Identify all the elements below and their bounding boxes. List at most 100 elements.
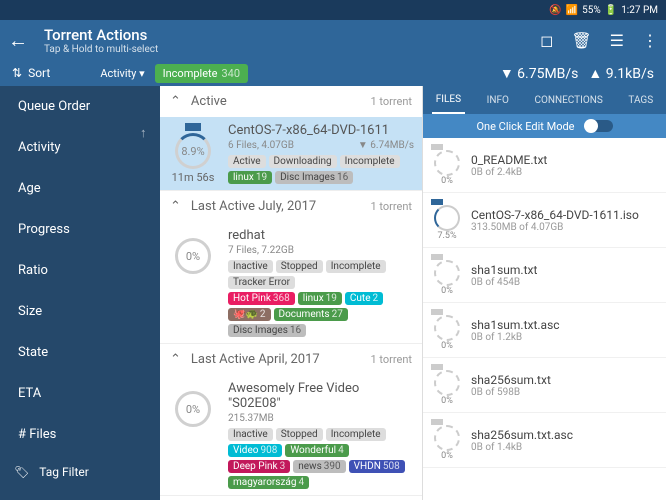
tag[interactable]: Disc Images16 xyxy=(275,171,353,184)
text-filter-button[interactable]: 🅃Text Filter xyxy=(0,489,160,500)
stop-icon[interactable]: ◻ xyxy=(540,31,553,50)
file-indicator xyxy=(431,254,443,260)
torrent-row[interactable]: 0% redhat 7 Files, 7.22GB InactiveStoppe… xyxy=(160,222,422,344)
file-indicator xyxy=(431,364,443,370)
filter-pill[interactable]: Incomplete340 xyxy=(155,64,248,83)
down-speed: ▼ 6.75MB/s xyxy=(500,65,579,82)
file-progress xyxy=(434,425,460,451)
battery-icon: 🔋 xyxy=(605,5,617,16)
tag[interactable]: Cute2 xyxy=(345,292,383,305)
file-progress xyxy=(434,205,460,231)
file-indicator xyxy=(431,199,443,205)
battery-pct: 55% xyxy=(582,5,601,16)
torrent-name: Awesomely Free Video "S02E08" xyxy=(228,381,414,411)
sidebar-queue-order[interactable]: Queue Order xyxy=(0,86,160,127)
file-name: CentOS-7-x86_64-DVD-1611.iso xyxy=(471,208,658,222)
status-indicator xyxy=(185,123,201,131)
progress-donut: 0% xyxy=(175,391,211,427)
sidebar-files[interactable]: # Files xyxy=(0,414,160,455)
file-meta: 0B of 1.2kB xyxy=(471,332,658,343)
file-name: sha1sum.txt xyxy=(471,263,658,277)
file-row[interactable]: 0%sha1sum.txt0B of 454B xyxy=(423,248,666,303)
tag[interactable]: Deep Pink3 xyxy=(228,460,290,473)
section-active[interactable]: ⌃Active1 torrent xyxy=(160,86,422,117)
mute-icon: 🔕 xyxy=(549,5,561,16)
file-progress xyxy=(434,150,460,176)
eta: 11m 56s xyxy=(168,171,218,184)
tag-icon: 🏷 xyxy=(14,465,29,479)
tag[interactable]: Disc Images16 xyxy=(228,324,306,337)
toolbar-title: Torrent Actions xyxy=(44,26,540,44)
tab-connections[interactable]: CONNECTIONS xyxy=(530,88,606,113)
torrent-name: CentOS-7-x86_64-DVD-1611 xyxy=(228,123,414,138)
sort-label: Sort xyxy=(28,66,50,80)
sidebar-size[interactable]: Size xyxy=(0,291,160,332)
progress-donut: 8.9% xyxy=(175,133,211,169)
tag[interactable]: linux19 xyxy=(298,292,342,305)
file-progress xyxy=(434,260,460,286)
tab-tags[interactable]: TAGS xyxy=(624,88,657,113)
file-indicator xyxy=(431,419,443,425)
file-row[interactable]: 7.5%CentOS-7-x86_64-DVD-1611.iso313.50MB… xyxy=(423,193,666,248)
tag-filter-button[interactable]: 🏷Tag Filter xyxy=(0,455,160,489)
tab-files[interactable]: FILES xyxy=(432,87,465,114)
status-bar: 🔕 📶 55% 🔋 1:27 PM xyxy=(0,0,666,20)
sidebar-eta[interactable]: ETA xyxy=(0,373,160,414)
file-progress xyxy=(434,370,460,396)
tag[interactable]: Video908 xyxy=(228,444,282,457)
file-meta: 0B of 1.4kB xyxy=(471,442,658,453)
section-april[interactable]: ⌃Last Active April, 20171 torrent xyxy=(160,344,422,375)
tag[interactable]: Documents27 xyxy=(274,308,348,321)
torrent-row[interactable]: 8.9%11m 56s CentOS-7-x86_64-DVD-1611 6 F… xyxy=(160,117,422,191)
wifi-icon: 📶 xyxy=(566,5,578,16)
file-indicator xyxy=(431,309,443,315)
sidebar-state[interactable]: State xyxy=(0,332,160,373)
chevron-up-icon: ⌃ xyxy=(170,199,181,214)
up-speed: ▲ 9.1kB/s xyxy=(588,65,654,82)
tag[interactable]: linux19 xyxy=(228,171,272,184)
file-name: sha256sum.txt.asc xyxy=(471,428,658,442)
list-icon[interactable]: ☰ xyxy=(610,31,624,50)
edit-mode-bar: One Click Edit Mode xyxy=(423,114,666,138)
file-name: 0_README.txt xyxy=(471,153,658,167)
sort-button[interactable]: ⇅ Sort xyxy=(12,66,50,80)
tag[interactable]: Hot Pink368 xyxy=(228,292,295,305)
scroll-up-icon[interactable]: ↑ xyxy=(140,125,147,141)
subbar: ⇅ Sort Activity ▾ Incomplete340 ▼ 6.75MB… xyxy=(0,60,666,86)
progress-donut: 0% xyxy=(175,238,211,274)
sort-icon: ⇅ xyxy=(12,66,22,80)
sidebar-age[interactable]: Age xyxy=(0,168,160,209)
file-row[interactable]: 0%sha256sum.txt0B of 598B xyxy=(423,358,666,413)
file-row[interactable]: 0%sha256sum.txt.asc0B of 1.4kB xyxy=(423,413,666,468)
file-row[interactable]: 0%0_README.txt0B of 2.4kB xyxy=(423,138,666,193)
chevron-up-icon: ⌃ xyxy=(170,94,181,109)
section-july[interactable]: ⌃Last Active July, 20171 torrent xyxy=(160,191,422,222)
status-indicator xyxy=(185,228,201,236)
back-button[interactable]: ← xyxy=(8,28,28,53)
file-row[interactable]: 0%sha1sum.txt.asc0B of 1.2kB xyxy=(423,303,666,358)
tag[interactable]: magyarország4 xyxy=(228,476,309,489)
tag[interactable]: 🐙🐢2 xyxy=(228,308,271,321)
edit-mode-label: One Click Edit Mode xyxy=(476,120,574,133)
toolbar-subtitle: Tap & Hold to multi-select xyxy=(44,44,540,55)
delete-icon[interactable]: 🗑 xyxy=(571,31,591,50)
file-meta: 313.50MB of 4.07GB xyxy=(471,222,658,233)
torrent-row[interactable]: 0% Awesomely Free Video "S02E08" 215.37M… xyxy=(160,375,422,496)
clock: 1:27 PM xyxy=(621,5,658,16)
file-name: sha256sum.txt xyxy=(471,373,658,387)
torrent-list: ⌃Active1 torrent 8.9% 11m 56s CentOS-7-x8… xyxy=(160,86,422,500)
sidebar-activity[interactable]: Activity xyxy=(0,127,160,168)
torrent-name: redhat xyxy=(228,228,414,243)
sidebar-progress[interactable]: Progress xyxy=(0,209,160,250)
tag[interactable]: news390 xyxy=(293,460,345,473)
more-icon[interactable]: ⋮ xyxy=(642,31,658,50)
tag[interactable]: Wonderful4 xyxy=(285,444,348,457)
file-list: 0%0_README.txt0B of 2.4kB 7.5%CentOS-7-x… xyxy=(423,138,666,500)
sidebar-ratio[interactable]: Ratio xyxy=(0,250,160,291)
tab-info[interactable]: INFO xyxy=(483,88,513,113)
tag[interactable]: VHDN508 xyxy=(349,460,405,473)
edit-mode-toggle[interactable] xyxy=(585,120,613,132)
file-meta: 0B of 454B xyxy=(471,277,658,288)
file-name: sha1sum.txt.asc xyxy=(471,318,658,332)
activity-dropdown[interactable]: Activity ▾ xyxy=(100,67,144,80)
